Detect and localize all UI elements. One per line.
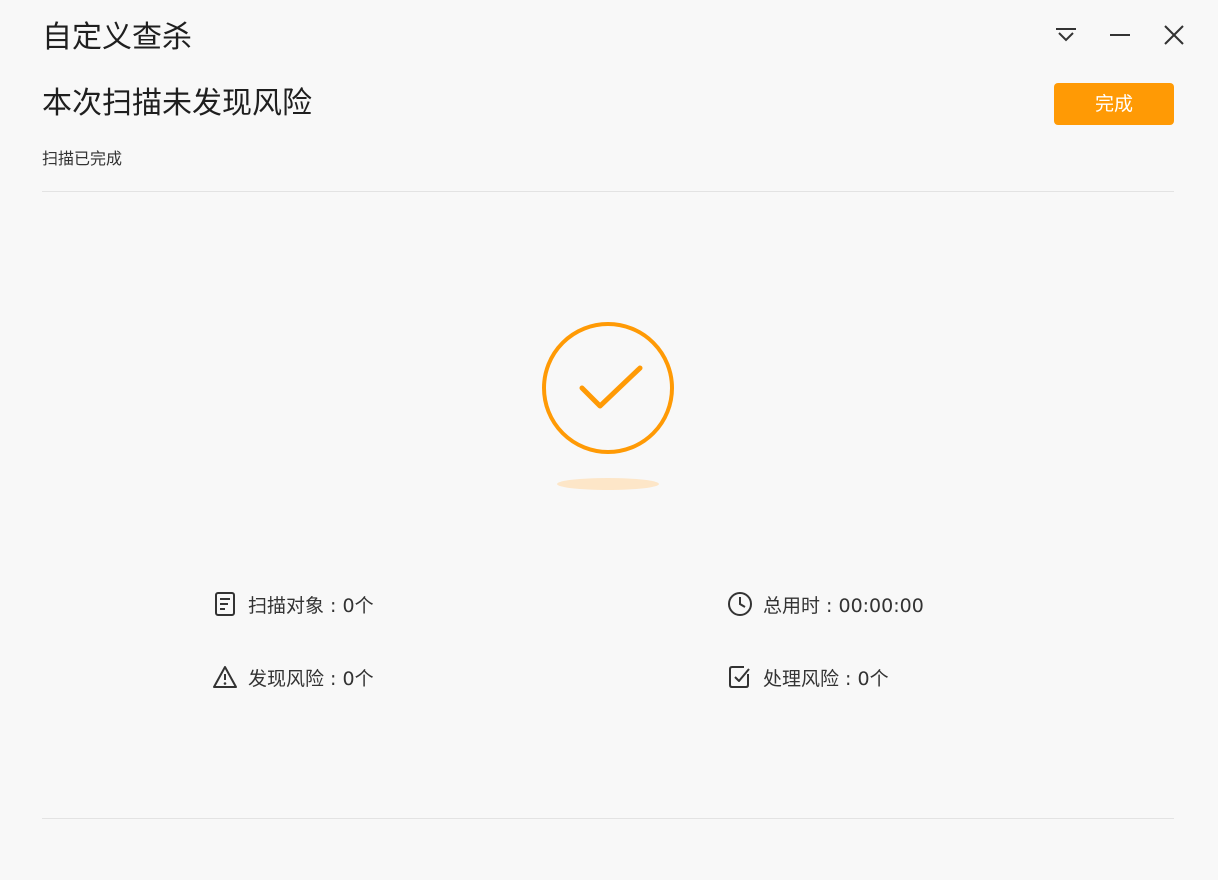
clock-icon [727, 591, 753, 617]
checkbox-icon [727, 664, 753, 690]
success-check-icon [542, 322, 674, 490]
warning-icon [212, 664, 238, 690]
window-controls [1052, 20, 1188, 50]
minimize-icon [1110, 34, 1130, 36]
scanned-objects-text: 扫描对象 : 0个 [248, 594, 374, 617]
top-divider [42, 191, 1174, 192]
finish-button[interactable]: 完成 [1054, 83, 1174, 125]
stat-risks-handled: 处理风险 : 0个 [727, 662, 889, 692]
risks-handled-text: 处理风险 : 0个 [763, 667, 889, 690]
stat-total-time: 总用时 : 00:00:00 [727, 589, 924, 619]
risks-found-text: 发现风险 : 0个 [248, 667, 374, 690]
scan-status: 扫描已完成 [42, 149, 123, 168]
window-title: 自定义查杀 [42, 20, 192, 55]
dropdown-icon [1056, 28, 1076, 42]
stat-risks-found: 发现风险 : 0个 [212, 662, 374, 692]
dropdown-button[interactable] [1052, 20, 1080, 50]
total-time-text: 总用时 : 00:00:00 [763, 594, 924, 617]
result-headline: 本次扫描未发现风险 [42, 86, 312, 121]
stat-scanned-objects: 扫描对象 : 0个 [212, 589, 374, 619]
minimize-button[interactable] [1106, 20, 1134, 50]
close-button[interactable] [1160, 20, 1188, 50]
bottom-divider [42, 818, 1174, 819]
document-icon [212, 591, 238, 617]
close-icon [1164, 25, 1184, 45]
